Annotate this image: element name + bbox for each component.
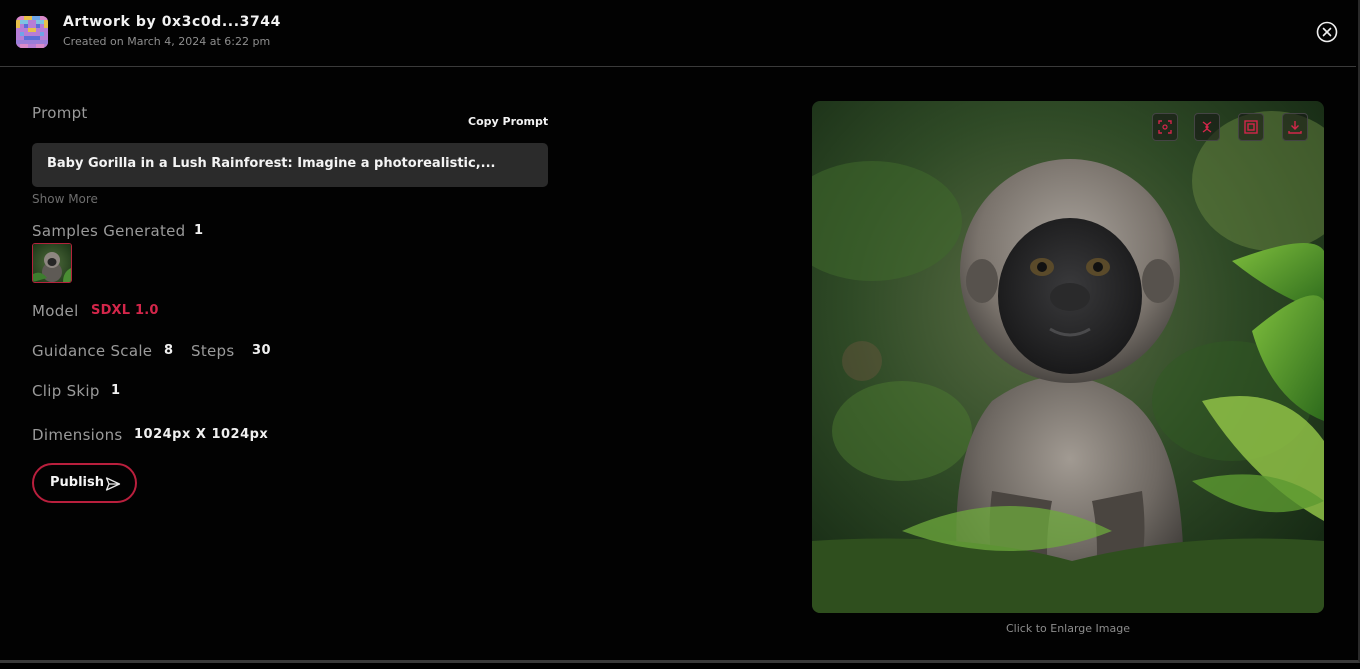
modal-header: Artwork by 0x3c0d...3744 Created on Marc… [0, 0, 1356, 67]
scan-button[interactable] [1152, 113, 1178, 141]
frame-button[interactable] [1238, 113, 1264, 141]
prompt-label: Prompt [32, 104, 88, 122]
frame-icon [1244, 120, 1258, 134]
remix-icon [1202, 121, 1212, 133]
samples-label: Samples Generated [32, 222, 186, 240]
guidance-scale-label: Guidance Scale [32, 342, 153, 360]
copy-prompt-button[interactable]: Copy Prompt [468, 115, 548, 128]
download-icon [1288, 121, 1302, 134]
prompt-text: Baby Gorilla in a Lush Rainforest: Imagi… [47, 156, 496, 171]
model-value: SDXL 1.0 [91, 303, 159, 318]
clip-skip-label: Clip Skip [32, 382, 100, 400]
dimensions-value: 1024px X 1024px [134, 427, 269, 442]
enlarge-image-caption[interactable]: Click to Enlarge Image [812, 622, 1324, 635]
steps-value: 30 [252, 343, 272, 358]
clip-skip-value: 1 [111, 383, 121, 398]
scan-icon [1158, 120, 1172, 134]
send-icon [105, 477, 121, 491]
publish-button[interactable]: Publish [32, 463, 137, 503]
prompt-box: Baby Gorilla in a Lush Rainforest: Imagi… [32, 143, 548, 187]
dimensions-label: Dimensions [32, 426, 123, 444]
show-more-link[interactable]: Show More [32, 192, 98, 206]
close-circle-icon [1316, 21, 1338, 43]
remix-button[interactable] [1194, 113, 1220, 141]
guidance-scale-value: 8 [164, 343, 174, 358]
artwork-modal: Artwork by 0x3c0d...3744 Created on Marc… [0, 0, 1360, 663]
avatar [16, 16, 48, 48]
steps-label: Steps [191, 342, 235, 360]
artwork-image[interactable] [812, 101, 1324, 613]
close-button[interactable] [1316, 21, 1338, 43]
publish-label: Publish [50, 475, 104, 490]
samples-count: 1 [194, 223, 204, 238]
sample-thumbnail[interactable] [32, 243, 72, 283]
model-label: Model [32, 302, 79, 320]
created-date: Created on March 4, 2024 at 6:22 pm [63, 35, 271, 48]
download-button[interactable] [1282, 113, 1308, 141]
artwork-title: Artwork by 0x3c0d...3744 [63, 14, 281, 30]
